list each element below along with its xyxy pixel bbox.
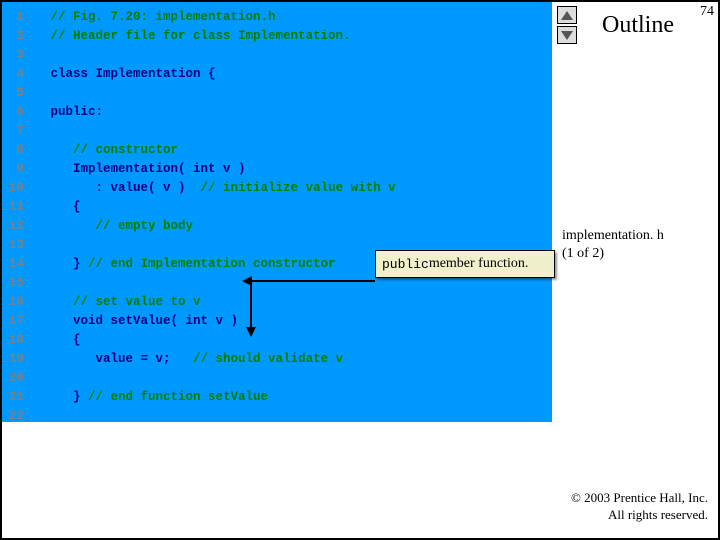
code-panel: 1 // Fig. 7.20: implementation.h2 // Hea… <box>2 2 552 422</box>
code-line: 4 class Implementation { <box>2 65 552 84</box>
line-number: 10 <box>2 179 28 198</box>
code-line: 1 // Fig. 7.20: implementation.h <box>2 8 552 27</box>
code-line: 16 // set value to v <box>2 293 552 312</box>
code-line: 18 { <box>2 331 552 350</box>
code-line: 12 // empty body <box>2 217 552 236</box>
copyright: © 2003 Prentice Hall, Inc. All rights re… <box>571 490 708 524</box>
subtitle: implementation. h (1 of 2) <box>562 227 717 263</box>
line-number: 16 <box>2 293 28 312</box>
line-number: 14 <box>2 255 28 274</box>
code-line: 2 // Header file for class Implementatio… <box>2 27 552 46</box>
code-line: 8 // constructor <box>2 141 552 160</box>
line-number: 21 <box>2 388 28 407</box>
code-text: } <box>51 388 89 407</box>
line-number: 2 <box>2 27 28 46</box>
line-number: 3 <box>2 46 28 65</box>
callout-arrow-head2 <box>246 327 256 337</box>
callout-box: public member function. <box>375 250 555 278</box>
callout-arrow-v <box>250 280 252 330</box>
line-number: 19 <box>2 350 28 369</box>
code-comment: // initialize value with v <box>201 179 396 198</box>
code-comment: // end Implementation constructor <box>88 255 336 274</box>
code-text: value = v; <box>51 350 194 369</box>
slide: 1 // Fig. 7.20: implementation.h2 // Hea… <box>2 2 718 538</box>
code-comment: // set value to v <box>51 293 201 312</box>
line-number: 8 <box>2 141 28 160</box>
code-text: : value( v ) <box>51 179 201 198</box>
callout-arrow <box>250 280 375 282</box>
code-line: 20 <box>2 369 552 388</box>
line-number: 15 <box>2 274 28 293</box>
subtitle-line1: implementation. h <box>562 228 664 243</box>
nav-buttons <box>557 6 577 46</box>
slide-number: 74 <box>700 4 714 20</box>
code-text: void setValue( int v ) <box>51 312 246 331</box>
code-text: Implementation( int v ) <box>51 160 254 179</box>
callout-mono: public <box>382 257 429 272</box>
code-line: 5 <box>2 84 552 103</box>
code-text: { <box>51 331 89 350</box>
code-comment: // Fig. 7.20: implementation.h <box>51 8 276 27</box>
outline-label: Outline <box>602 12 674 39</box>
nav-down-button[interactable] <box>557 26 577 44</box>
code-comment: // Header file for class Implementation. <box>51 27 351 46</box>
triangle-down-icon <box>561 31 573 40</box>
code-line: 10 : value( v ) // initialize value with… <box>2 179 552 198</box>
code-line: 19 value = v; // should validate v <box>2 350 552 369</box>
code-line: 17 void setValue( int v ) <box>2 312 552 331</box>
code-comment: // empty body <box>51 217 194 236</box>
line-number: 18 <box>2 331 28 350</box>
line-number: 9 <box>2 160 28 179</box>
line-number: 17 <box>2 312 28 331</box>
line-number: 7 <box>2 122 28 141</box>
code-line: 21 } // end function setValue <box>2 388 552 407</box>
code-comment: // constructor <box>51 141 179 160</box>
line-number: 13 <box>2 236 28 255</box>
line-number: 11 <box>2 198 28 217</box>
line-number: 1 <box>2 8 28 27</box>
subtitle-line2: (1 of 2) <box>562 246 604 261</box>
code-line: 3 <box>2 46 552 65</box>
line-number: 4 <box>2 65 28 84</box>
code-line: 7 <box>2 122 552 141</box>
line-number: 22 <box>2 407 28 426</box>
triangle-up-icon <box>561 11 573 20</box>
nav-up-button[interactable] <box>557 6 577 24</box>
code-line: 6 public: <box>2 103 552 122</box>
code-comment: // end function setValue <box>88 388 268 407</box>
line-number: 5 <box>2 84 28 103</box>
code-text: public: <box>51 103 104 122</box>
copyright-line2: All rights reserved. <box>608 507 708 522</box>
copyright-line1: © 2003 Prentice Hall, Inc. <box>571 490 708 505</box>
line-number: 12 <box>2 217 28 236</box>
code-line: 9 Implementation( int v ) <box>2 160 552 179</box>
code-line: 22 <box>2 407 552 426</box>
code-text: { <box>51 198 89 217</box>
code-line: 11 { <box>2 198 552 217</box>
line-number: 6 <box>2 103 28 122</box>
callout-text: member function. <box>429 256 529 272</box>
code-comment: // should validate v <box>193 350 343 369</box>
line-number: 20 <box>2 369 28 388</box>
code-text: } <box>51 255 89 274</box>
code-text: class Implementation { <box>51 65 216 84</box>
